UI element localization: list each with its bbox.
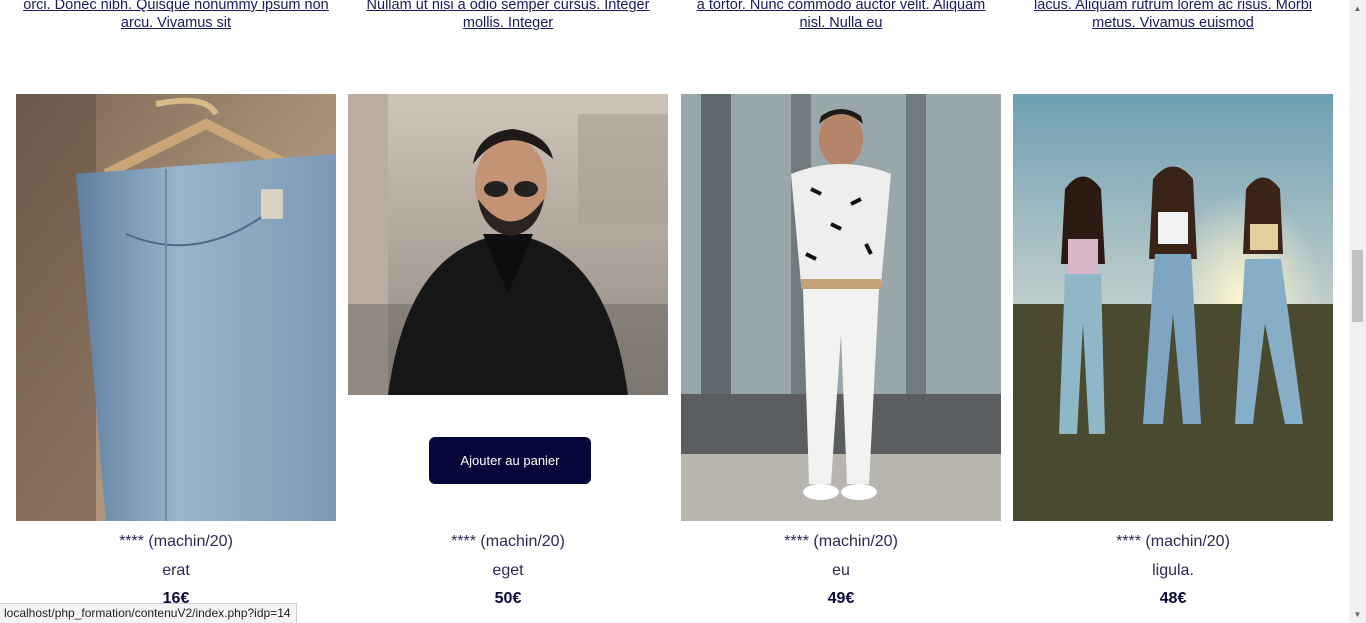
product-description-link[interactable]: lacus. Aliquam rutrum lorem ac risus. Mo… [1013, 0, 1333, 32]
product-name: ligula. [1152, 562, 1194, 579]
product-rating: **** (machin/20) [784, 533, 898, 550]
product-image-man-in-black-suit[interactable] [348, 94, 668, 395]
product-price: 48€ [1159, 590, 1187, 607]
description-line[interactable]: Nullam ut nisi a odio semper cursus. Int… [367, 0, 650, 13]
product-image-man-white-pants[interactable] [681, 94, 1001, 521]
product-name: eget [492, 562, 524, 579]
product-description-link[interactable]: orci. Donec nibh. Quisque nonummy ipsum … [16, 0, 336, 32]
scrollbar-thumb[interactable] [1352, 250, 1363, 322]
product-card[interactable]: Ajouter au panier **** (machin/20) eget … [348, 94, 668, 607]
description-line[interactable]: metus. Vivamus euismod [1092, 15, 1254, 31]
product-image-three-women-jeans[interactable] [1013, 94, 1333, 521]
product-card[interactable]: **** (machin/20) ligula. 48€ [1013, 94, 1333, 607]
product-grid-page: orci. Donec nibh. Quisque nonummy ipsum … [0, 0, 1366, 623]
product-rating: **** (machin/20) [1116, 533, 1230, 550]
add-to-cart-button[interactable]: Ajouter au panier [429, 437, 591, 484]
description-line[interactable]: arcu. Vivamus sit [121, 15, 231, 31]
scroll-down-arrow-icon[interactable]: ▼ [1349, 606, 1366, 623]
product-image-jeans-on-hanger[interactable] [16, 94, 336, 521]
description-line[interactable]: nisl. Nulla eu [799, 15, 882, 31]
product-name: eu [832, 562, 850, 579]
scroll-up-arrow-icon[interactable]: ▲ [1349, 0, 1366, 17]
link-status-url: localhost/php_formation/contenuV2/index.… [0, 603, 297, 623]
product-price: 49€ [827, 590, 855, 607]
description-line[interactable]: orci. Donec nibh. Quisque nonummy ipsum … [23, 0, 328, 13]
product-description-link[interactable]: a tortor. Nunc commodo auctor velit. Ali… [681, 0, 1001, 32]
product-card[interactable]: **** (machin/20) eu 49€ [681, 94, 1001, 607]
description-line[interactable]: a tortor. Nunc commodo auctor velit. Ali… [697, 0, 986, 13]
product-rating: **** (machin/20) [119, 533, 233, 550]
description-line[interactable]: lacus. Aliquam rutrum lorem ac risus. Mo… [1034, 0, 1312, 13]
description-line[interactable]: mollis. Integer [463, 15, 553, 31]
vertical-scrollbar[interactable]: ▲ ▼ [1349, 0, 1366, 623]
product-name: erat [162, 562, 190, 579]
product-rating: **** (machin/20) [451, 533, 565, 550]
product-card[interactable]: **** (machin/20) erat 16€ [16, 94, 336, 607]
product-description-link[interactable]: Nullam ut nisi a odio semper cursus. Int… [348, 0, 668, 32]
product-price: 50€ [494, 590, 522, 607]
